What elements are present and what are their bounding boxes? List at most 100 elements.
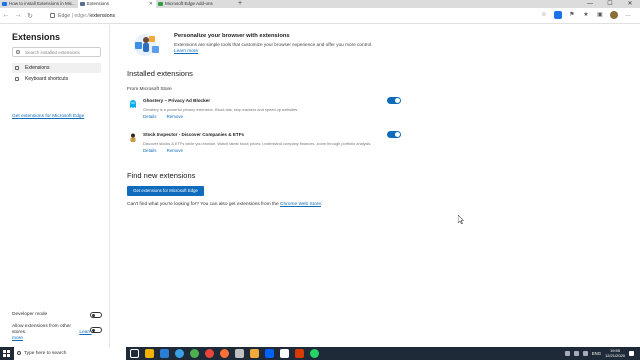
profile-avatar[interactable] bbox=[610, 11, 618, 19]
file-explorer-icon[interactable] bbox=[145, 349, 154, 358]
extension-enable-toggle[interactable] bbox=[387, 131, 401, 138]
edge-icon[interactable] bbox=[175, 349, 184, 358]
network-icon[interactable] bbox=[573, 350, 579, 356]
notification-icon[interactable] bbox=[629, 350, 634, 356]
sidebar-item-extensions[interactable]: Extensions bbox=[12, 63, 101, 73]
find-new-extensions-heading: Find new extensions bbox=[127, 171, 196, 180]
refresh-icon[interactable]: ↻ bbox=[24, 12, 36, 20]
sidebar: Extensions Search installed extensions E… bbox=[0, 25, 110, 347]
remove-link[interactable]: Remove bbox=[167, 114, 183, 119]
minimize-button[interactable]: — bbox=[580, 0, 600, 8]
tab-edge-addons[interactable]: Microsoft Edge Add-ons bbox=[156, 0, 234, 8]
get-extensions-button[interactable]: Get extensions for Microsoft Edge bbox=[127, 186, 204, 196]
sidebar-item-label: Keyboard shortcuts bbox=[25, 76, 69, 82]
back-icon[interactable]: ← bbox=[0, 12, 12, 19]
close-window-button[interactable]: ✕ bbox=[620, 0, 640, 8]
toolbar-right: ☆ ⚑ ★ ▣ … bbox=[540, 11, 632, 19]
address-bar[interactable]: Edge | edge://extensions bbox=[50, 11, 480, 21]
favorite-star-icon[interactable]: ☆ bbox=[540, 11, 548, 19]
hero-description: Extensions are simple tools that customi… bbox=[174, 42, 374, 55]
tab-title: Extensions bbox=[87, 1, 110, 6]
search-installed-input[interactable]: Search installed extensions bbox=[12, 47, 101, 57]
app-icon[interactable] bbox=[280, 349, 289, 358]
sidebar-item-keyboard-shortcuts[interactable]: Keyboard shortcuts bbox=[12, 74, 101, 84]
forward-icon[interactable]: → bbox=[12, 12, 24, 19]
mail-icon[interactable] bbox=[160, 349, 169, 358]
task-view-icon[interactable] bbox=[130, 349, 139, 358]
remove-link[interactable]: Remove bbox=[167, 148, 183, 153]
tab-extensions[interactable]: Extensions ✕ bbox=[78, 0, 156, 8]
tab-title: How to install Extensions in Mic... bbox=[9, 1, 76, 6]
edge-page-icon bbox=[50, 13, 55, 18]
extension-description: Ghostery is a powerful privacy extension… bbox=[143, 107, 299, 112]
installed-extensions-heading: Installed extensions bbox=[127, 69, 193, 78]
taskbar-pinned-apps bbox=[130, 349, 319, 358]
maximize-button[interactable]: ☐ bbox=[600, 0, 620, 8]
folder-icon[interactable] bbox=[250, 349, 259, 358]
window-controls: — ☐ ✕ bbox=[580, 0, 640, 8]
hero-description-text: Extensions are simple tools that customi… bbox=[174, 42, 373, 47]
taskbar: Type here to search ENG 19:55 12/21/2020 bbox=[0, 347, 640, 360]
more-menu-icon[interactable]: … bbox=[624, 11, 632, 19]
extension-toolbar-icon[interactable] bbox=[554, 11, 562, 19]
hero-title: Personalize your browser with extensions bbox=[174, 33, 290, 39]
extension-row-ghostery: Ghostery – Privacy Ad Blocker Ghostery i… bbox=[127, 97, 507, 121]
address-separator: | bbox=[71, 13, 73, 19]
chrome-icon[interactable] bbox=[190, 349, 199, 358]
taskbar-search-placeholder: Type here to search bbox=[24, 351, 67, 356]
cant-find-period: . bbox=[321, 202, 323, 207]
address-prefix: Edge bbox=[58, 13, 71, 19]
windows-start-icon[interactable] bbox=[3, 350, 10, 357]
hero-learn-more-link[interactable]: Learn more bbox=[174, 48, 198, 53]
inspector-toolbar-icon[interactable]: ⚑ bbox=[568, 11, 576, 19]
extensions-favicon-icon bbox=[80, 2, 85, 6]
close-tab-icon[interactable]: ✕ bbox=[149, 0, 153, 8]
developer-mode-row: Developer mode bbox=[12, 312, 102, 320]
tab-how-to-install[interactable]: How to install Extensions in Mic... bbox=[0, 0, 78, 8]
opera-icon[interactable] bbox=[205, 349, 214, 358]
sidebar-title: Extensions bbox=[12, 32, 61, 42]
details-link[interactable]: Details bbox=[143, 148, 156, 153]
extensions-illustration-icon bbox=[134, 34, 159, 56]
taskbar-search-input[interactable]: Type here to search bbox=[14, 347, 126, 360]
search-placeholder: Search installed extensions bbox=[25, 50, 80, 55]
developer-mode-label: Developer mode bbox=[12, 312, 48, 317]
addons-favicon-icon bbox=[158, 2, 163, 6]
language-indicator[interactable]: ENG bbox=[592, 351, 601, 356]
details-link[interactable]: Details bbox=[143, 114, 156, 119]
inspector-icon bbox=[130, 133, 136, 142]
extension-description: Discover stocks & ETFs while you browse.… bbox=[143, 141, 372, 146]
collections-icon[interactable]: ▣ bbox=[596, 11, 604, 19]
extension-enable-toggle[interactable] bbox=[387, 97, 401, 104]
search-icon bbox=[16, 50, 20, 54]
main-content: Personalize your browser with extensions… bbox=[111, 25, 640, 347]
app-icon[interactable] bbox=[235, 349, 244, 358]
chrome-web-store-link[interactable]: Chrome Web Store bbox=[280, 202, 321, 207]
extension-name: Ghostery – Privacy Ad Blocker bbox=[143, 98, 210, 103]
puzzle-icon bbox=[15, 66, 19, 70]
extension-name: Stock Inspector - Discover Companies & E… bbox=[143, 132, 245, 137]
cant-find-text: Can't find what you're looking for? You … bbox=[127, 202, 322, 207]
tab-strip: How to install Extensions in Mic... Exte… bbox=[0, 0, 640, 8]
firefox-icon[interactable] bbox=[220, 349, 229, 358]
get-extensions-link[interactable]: Get extensions for Microsoft Edge bbox=[12, 114, 84, 119]
source-label: From Microsoft Store bbox=[127, 87, 172, 92]
clock[interactable]: 19:55 12/21/2020 bbox=[605, 348, 625, 358]
tab-title: Microsoft Edge Add-ons bbox=[165, 1, 213, 6]
cant-find-label: Can't find what you're looking for? You … bbox=[127, 202, 279, 207]
new-tab-button[interactable]: + bbox=[234, 0, 246, 8]
allow-other-stores-toggle[interactable] bbox=[90, 327, 102, 333]
dropbox-icon[interactable] bbox=[265, 349, 274, 358]
developer-mode-toggle[interactable] bbox=[90, 312, 102, 318]
extension-actions: Details Remove bbox=[143, 148, 192, 153]
sidebar-item-label: Extensions bbox=[25, 65, 50, 71]
edge-favicon-icon bbox=[2, 2, 7, 6]
extension-actions: Details Remove bbox=[143, 114, 192, 119]
keyboard-icon bbox=[15, 77, 19, 81]
office-icon[interactable] bbox=[295, 349, 304, 358]
volume-icon[interactable] bbox=[582, 350, 588, 356]
favorites-icon[interactable]: ★ bbox=[582, 11, 590, 19]
tray-icon[interactable] bbox=[564, 350, 570, 356]
allow-other-stores-label: Allow extensions from other stores. bbox=[12, 324, 71, 335]
whatsapp-icon[interactable] bbox=[310, 349, 319, 358]
